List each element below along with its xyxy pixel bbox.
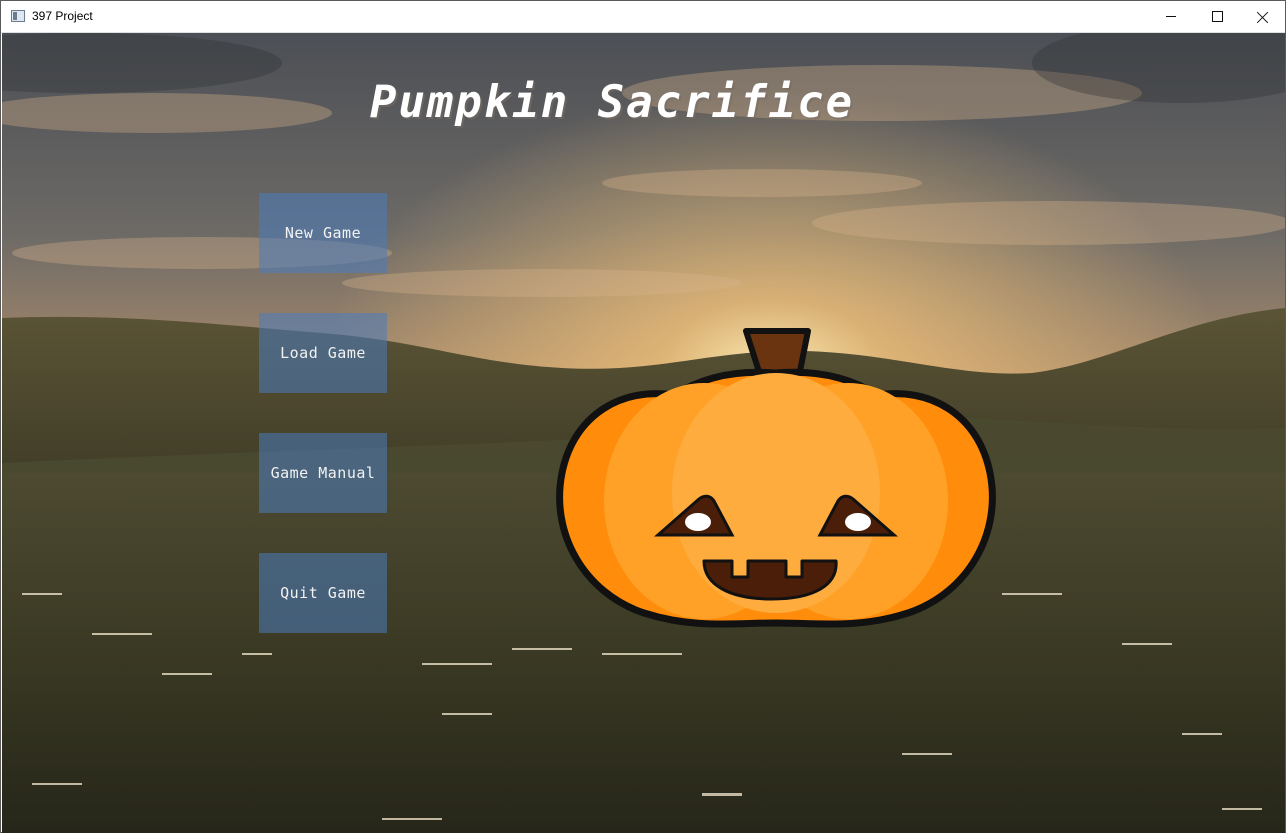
quit-game-button[interactable]: Quit Game bbox=[259, 553, 387, 633]
game-manual-button[interactable]: Game Manual bbox=[259, 433, 387, 513]
close-button[interactable] bbox=[1240, 1, 1286, 32]
game-scene: Pumpkin Sacrifice New Game Load Game Gam… bbox=[2, 33, 1285, 833]
new-game-button[interactable]: New Game bbox=[259, 193, 387, 273]
title-bar[interactable]: 397 Project bbox=[1, 1, 1285, 33]
load-game-button[interactable]: Load Game bbox=[259, 313, 387, 393]
pumpkin-eye-left-shine bbox=[685, 513, 711, 531]
window-title: 397 Project bbox=[32, 9, 93, 23]
maximize-icon bbox=[1211, 11, 1223, 22]
close-icon bbox=[1257, 11, 1269, 23]
minimize-button[interactable] bbox=[1148, 1, 1194, 32]
window-app-icon bbox=[11, 10, 25, 22]
minimize-icon bbox=[1166, 16, 1176, 17]
jack-o-lantern-icon bbox=[556, 328, 996, 628]
game-window: 397 Project Pumpkin Sacrifice New Game L… bbox=[0, 0, 1286, 833]
maximize-button[interactable] bbox=[1194, 1, 1240, 32]
game-title: Pumpkin Sacrifice bbox=[369, 77, 855, 128]
pumpkin-eye-right-shine bbox=[845, 513, 871, 531]
